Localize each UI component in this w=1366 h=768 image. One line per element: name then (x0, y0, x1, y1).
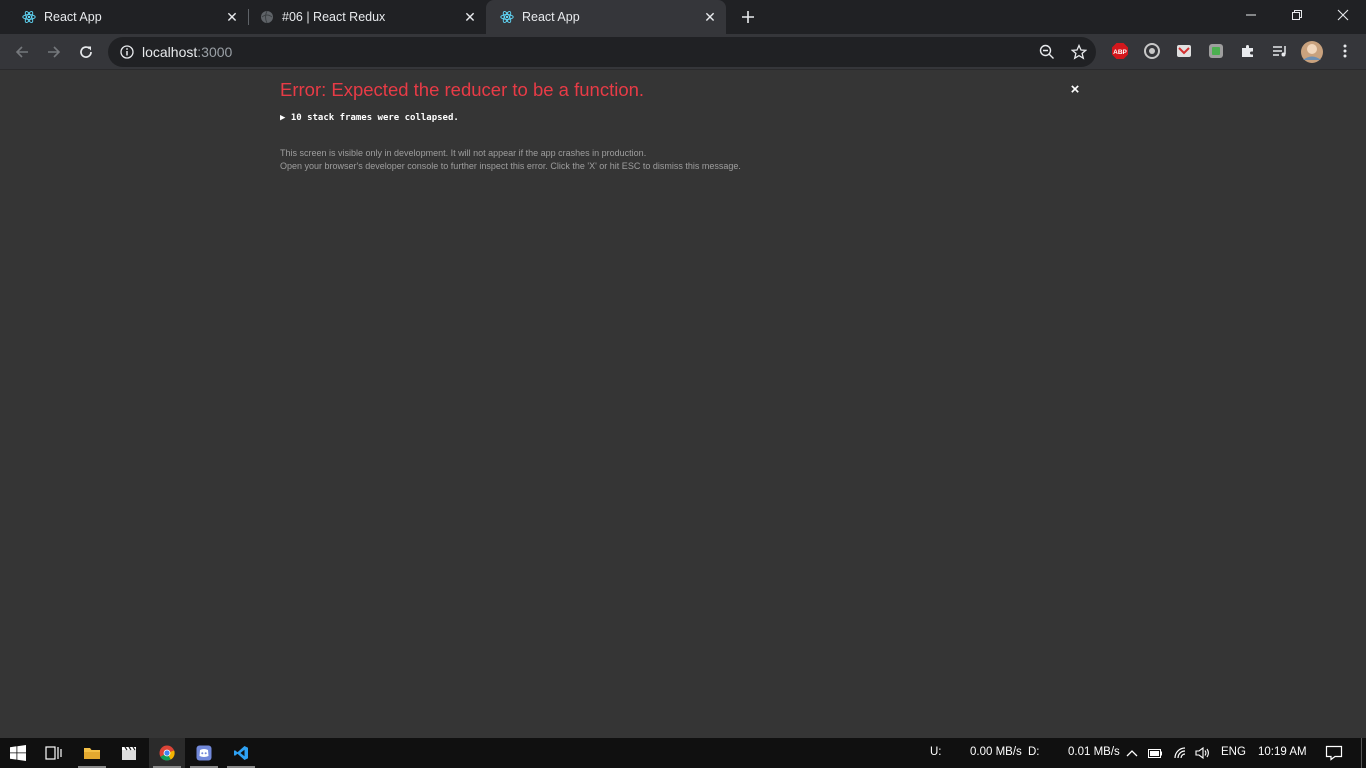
react-icon (22, 11, 36, 23)
close-overlay-button[interactable]: × (1067, 82, 1083, 98)
url-text: localhost:3000 (142, 44, 232, 60)
tab-close-icon[interactable]: ✕ (702, 9, 718, 25)
minimize-button[interactable] (1228, 0, 1274, 30)
chevron-up-icon[interactable] (1124, 746, 1140, 760)
media-controls-icon[interactable] (1271, 42, 1289, 60)
video-editor-button[interactable] (111, 738, 147, 768)
new-tab-icon[interactable] (738, 7, 758, 27)
restore-button[interactable] (1274, 0, 1320, 30)
notification-center-icon[interactable] (1325, 745, 1343, 761)
adblock-label: ABP (1113, 49, 1127, 56)
zoom-out-icon[interactable] (1039, 44, 1055, 60)
extension-icon[interactable] (1207, 42, 1225, 60)
back-button[interactable] (11, 41, 33, 63)
url-host: localhost (142, 44, 198, 60)
profile-avatar[interactable] (1300, 40, 1324, 64)
reload-button[interactable] (75, 41, 97, 63)
extension-icon[interactable] (1175, 42, 1193, 60)
tab-react-app-1[interactable]: React App ✕ (8, 0, 248, 34)
windows-taskbar: U: 0.00 MB/s D: 0.01 MB/s ENG 10:19 AM (0, 738, 1366, 768)
browser-toolbar: localhost:3000 ABP (0, 34, 1366, 70)
task-view-icon (45, 746, 62, 760)
restore-icon (1292, 10, 1302, 20)
puzzle-icon[interactable] (1239, 42, 1257, 60)
extension-icon[interactable] (1143, 42, 1161, 60)
folder-icon (84, 748, 100, 759)
dev-note: This screen is visible only in developme… (280, 147, 741, 173)
tab-react-redux[interactable]: #06 | React Redux ✕ (246, 0, 486, 34)
tab-title: React App (44, 10, 102, 24)
wifi-icon[interactable] (1173, 746, 1189, 760)
close-icon (1337, 9, 1349, 21)
menu-icon[interactable] (1336, 42, 1354, 60)
close-window-button[interactable] (1320, 0, 1366, 30)
tab-strip: React App ✕ #06 | React Redux ✕ React Ap… (0, 0, 1366, 34)
tab-react-app-active[interactable]: React App ✕ (486, 0, 726, 34)
upload-label: U: (930, 746, 942, 758)
language-indicator[interactable]: ENG (1221, 746, 1246, 758)
forward-button[interactable] (43, 41, 65, 63)
react-icon (500, 11, 514, 23)
vscode-icon (234, 746, 248, 760)
download-speed: 0.01 MB/s (1068, 746, 1120, 758)
volume-icon[interactable] (1195, 746, 1211, 760)
clock[interactable]: 10:19 AM (1258, 746, 1307, 758)
tab-close-icon[interactable]: ✕ (462, 9, 478, 25)
show-desktop-divider[interactable] (1361, 738, 1362, 768)
vscode-button[interactable] (223, 738, 259, 768)
file-explorer-button[interactable] (74, 738, 110, 768)
windows-icon (10, 745, 26, 761)
adblock-plus-icon[interactable]: ABP (1111, 42, 1129, 60)
battery-icon[interactable] (1147, 746, 1163, 760)
address-bar[interactable]: localhost:3000 (108, 37, 1096, 67)
tab-close-icon[interactable]: ✕ (224, 9, 240, 25)
error-title: Error: Expected the reducer to be a func… (280, 79, 645, 100)
discord-button[interactable] (186, 738, 222, 768)
start-button[interactable] (0, 738, 36, 768)
chrome-icon (159, 745, 175, 761)
globe-icon (261, 10, 273, 24)
tab-title: #06 | React Redux (282, 10, 386, 24)
upload-speed: 0.00 MB/s (970, 746, 1022, 758)
reload-icon (80, 46, 92, 58)
download-label: D: (1028, 746, 1040, 758)
error-overlay: Error: Expected the reducer to be a func… (0, 70, 1366, 738)
chrome-button[interactable] (149, 738, 185, 768)
dev-note-line-1: This screen is visible only in developme… (280, 148, 647, 158)
task-view-button[interactable] (36, 738, 72, 768)
minimize-icon (1246, 14, 1256, 16)
discord-icon (196, 745, 212, 761)
clapperboard-icon (122, 746, 136, 760)
stack-frames-toggle[interactable]: ▶ 10 stack frames were collapsed. (280, 113, 459, 123)
info-icon[interactable] (120, 45, 134, 59)
url-port: :3000 (197, 44, 233, 60)
dev-note-line-2: Open your browser's developer console to… (280, 161, 741, 171)
tab-title: React App (522, 10, 580, 24)
arrow-right-icon (48, 46, 61, 58)
star-icon[interactable] (1071, 44, 1087, 60)
arrow-left-icon (15, 46, 28, 58)
